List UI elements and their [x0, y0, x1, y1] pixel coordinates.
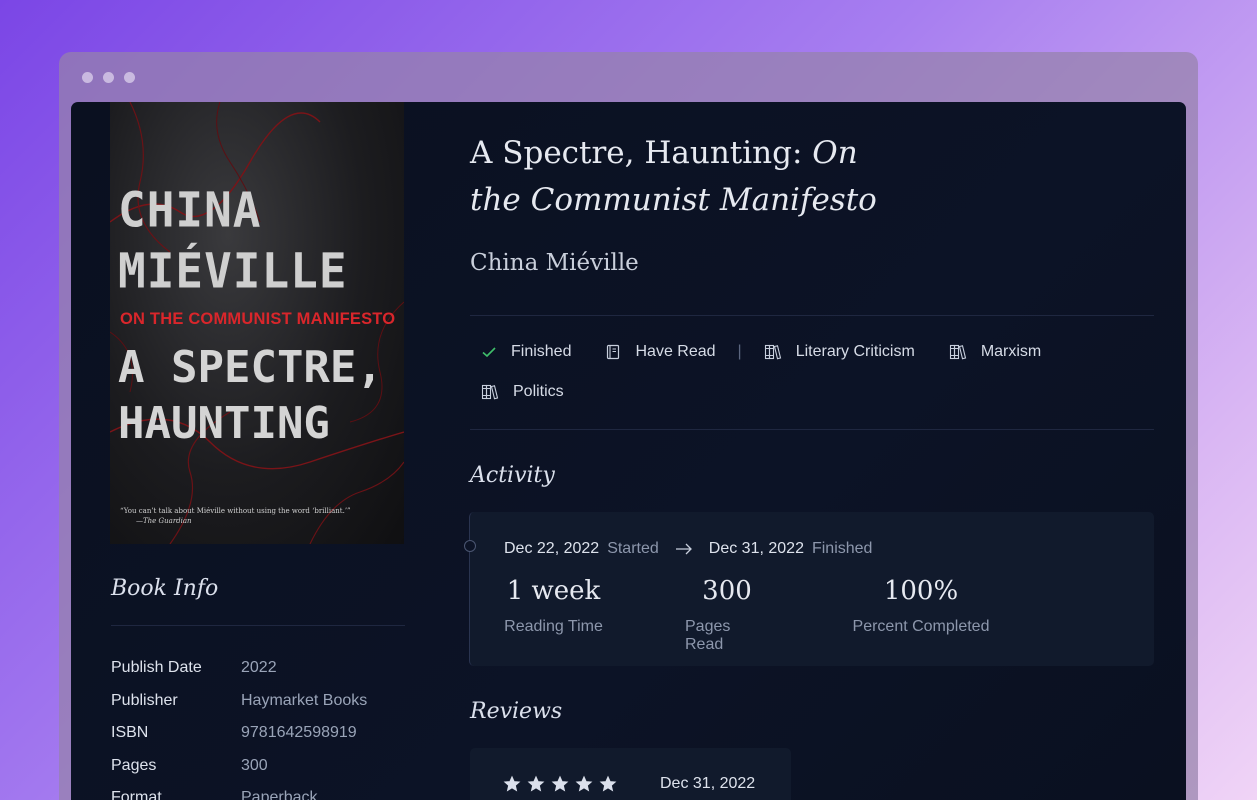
cover-author-line: CHINA — [118, 181, 262, 238]
book-info-row: Publisher Haymarket Books — [111, 685, 367, 718]
tag-label: Have Read — [635, 343, 716, 360]
review-date: Dec 31, 2022 — [660, 775, 756, 792]
info-label: Format — [111, 789, 162, 800]
tag-literary-criticism[interactable]: Literary Criticism — [764, 339, 915, 365]
stat-value: 300 — [702, 576, 752, 606]
start-label: Started — [607, 540, 659, 557]
cover-title-line: A SPECTRE, — [118, 342, 383, 393]
info-value: 300 — [241, 756, 268, 774]
stat-percent-completed: 100% Percent Completed — [851, 576, 991, 654]
activity-heading: Activity — [470, 463, 555, 488]
stat-label: Pages Read — [685, 618, 731, 653]
timeline-dot — [464, 540, 476, 552]
tag-have-read[interactable]: Have Read — [605, 339, 716, 365]
arrow-right-icon — [675, 543, 692, 555]
star-icon — [551, 775, 569, 792]
stat-value: 1 week — [506, 576, 601, 606]
divider — [470, 315, 1154, 316]
tag-label: Literary Criticism — [795, 343, 915, 360]
info-value: Paperback — [241, 789, 318, 800]
star-rating — [503, 775, 617, 793]
window-controls — [82, 72, 135, 83]
cover-quote-text: “You can’t talk about Miéville without u… — [120, 507, 351, 515]
info-value: 9781642598919 — [241, 724, 357, 742]
books-icon — [481, 384, 499, 400]
info-value: Haymarket Books — [241, 691, 368, 709]
tag-separator: | — [737, 343, 742, 360]
info-label: Pages — [111, 756, 157, 774]
book-title-main: A Spectre, Haunting: — [470, 135, 803, 171]
tag-label: Marxism — [980, 343, 1042, 360]
book-info-heading: Book Info — [111, 576, 219, 601]
stat-label: Percent Completed — [852, 618, 990, 635]
info-label: Publish Date — [111, 659, 202, 677]
cover-quote: “You can’t talk about Miéville without u… — [120, 506, 351, 526]
star-icon — [575, 775, 593, 792]
browser-window: CHINA MIÉVILLE ON THE COMMUNIST MANIFEST… — [59, 52, 1198, 800]
book-info-table: Publish Date 2022 Publisher Haymarket Bo… — [111, 652, 367, 800]
tag-label: Finished — [511, 343, 572, 360]
review-card[interactable]: Dec 31, 2022 — [470, 748, 791, 800]
book-info-row: Publish Date 2022 — [111, 652, 367, 685]
book-info-row: Format Paperback — [111, 782, 367, 800]
info-label: Publisher — [111, 691, 178, 709]
activity-dates: Dec 22, 2022 Started Dec 31, 2022 Finish… — [504, 540, 872, 558]
reviews-heading: Reviews — [470, 699, 563, 724]
books-icon — [764, 344, 781, 360]
cover-quote-source: —The Guardian — [136, 517, 192, 525]
window-dot-minimize[interactable] — [103, 72, 114, 83]
book-page: CHINA MIÉVILLE ON THE COMMUNIST MANIFEST… — [71, 102, 1186, 800]
tag-marxism[interactable]: Marxism — [949, 339, 1041, 365]
star-icon — [503, 775, 521, 792]
divider — [470, 429, 1154, 430]
tag-finished[interactable]: Finished — [481, 339, 571, 365]
window-dot-close[interactable] — [82, 72, 93, 83]
check-icon — [482, 347, 496, 358]
activity-card: Dec 22, 2022 Started Dec 31, 2022 Finish… — [464, 512, 1154, 666]
activity-stats: 1 week Reading Time 300 Pages Read 100% … — [504, 576, 991, 654]
book-info-row: ISBN 9781642598919 — [111, 717, 367, 750]
tag-label: Politics — [513, 383, 564, 400]
cover-subtitle: ON THE COMMUNIST MANIFESTO — [120, 310, 396, 328]
end-label: Finished — [811, 540, 873, 557]
book-title: A Spectre, Haunting: On the Communist Ma… — [470, 130, 890, 224]
book-info-row: Pages 300 — [111, 750, 367, 783]
star-icon — [527, 775, 545, 792]
window-dot-maximize[interactable] — [124, 72, 135, 83]
book-icon — [607, 344, 620, 360]
cover-author: CHINA MIÉVILLE — [118, 179, 348, 301]
cover-title: A SPECTRE, HAUNTING — [118, 340, 383, 452]
info-value: 2022 — [241, 659, 277, 677]
stat-label: Reading Time — [504, 618, 603, 635]
book-author[interactable]: China Miéville — [470, 250, 639, 276]
books-icon — [949, 344, 966, 360]
cover-author-line: MIÉVILLE — [118, 242, 348, 299]
tag-politics[interactable]: Politics — [481, 379, 564, 405]
stat-value: 100% — [883, 576, 959, 606]
stat-pages-read: 300 Pages Read — [685, 576, 769, 654]
info-label: ISBN — [111, 724, 149, 742]
tag-list: Finished Have Read | Literary Criticism … — [481, 339, 1141, 405]
end-date: Dec 31, 2022 — [708, 540, 804, 557]
star-icon — [599, 775, 617, 792]
divider — [111, 625, 405, 626]
book-cover: CHINA MIÉVILLE ON THE COMMUNIST MANIFEST… — [110, 102, 404, 544]
start-date: Dec 22, 2022 — [504, 540, 600, 557]
cover-title-line: HAUNTING — [118, 398, 330, 449]
stat-reading-time: 1 week Reading Time — [504, 576, 603, 654]
